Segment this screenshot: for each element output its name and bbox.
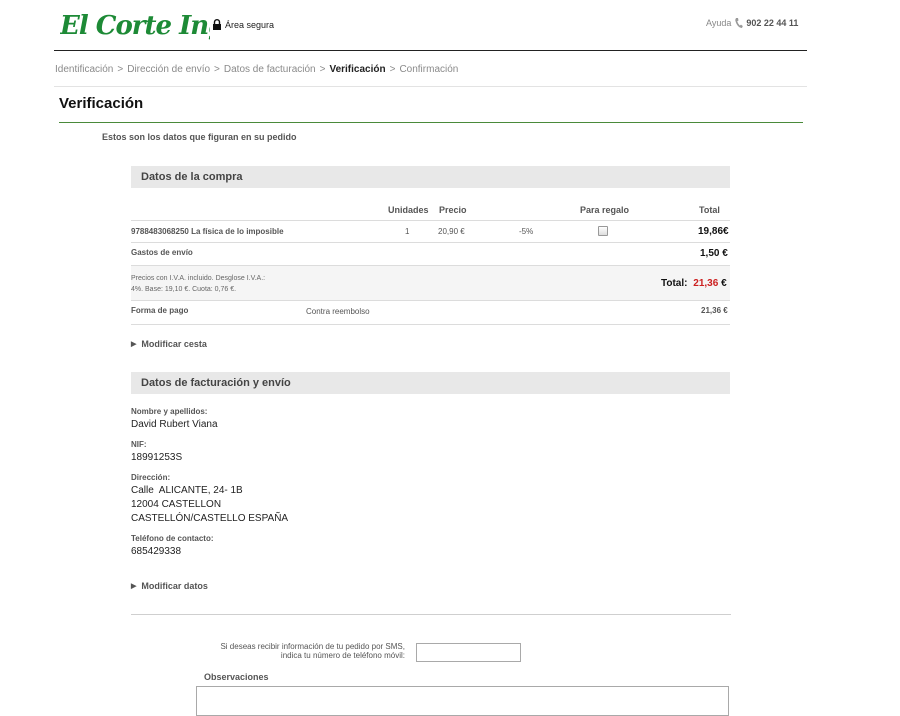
phone-label: Teléfono de contacto: [131,534,214,543]
help-contact[interactable]: Ayuda 902 22 44 11 [706,17,798,29]
purchase-section-title: Datos de la compra [141,171,243,183]
intro-text: Estos son los datos que figuran en su pe… [102,132,297,142]
item-total: 19,86€ [698,226,729,237]
table-divider [131,220,730,221]
shipping-label: Gastos de envío [131,248,193,257]
breadcrumb-separator: > [214,64,220,75]
address-line2: 12004 CASTELLON [131,499,222,510]
caret-right-icon: ▶ [131,341,137,348]
help-phone-number: 902 22 44 11 [746,18,799,28]
total-label: Total: [661,278,688,289]
address-line3: CASTELLÓN/CASTELLO ESPAÑA [131,513,289,524]
breadcrumb-separator: > [117,64,124,75]
address-value: Calle ALICANTE, 24- 1B 12004 CASTELLON C… [131,484,288,526]
help-link[interactable]: Ayuda [706,18,731,28]
el-corte-ingles-logo[interactable]: El Corte Inglés [60,6,210,44]
item-name: 9788483068250 La física de lo imposible [131,227,284,236]
column-header-gift: Para regalo [580,205,630,215]
nif-label: NIF: [131,440,147,449]
order-total: Total: 21,36 € [661,278,727,289]
breadcrumb-step-verificacion: Verificación [329,64,386,75]
name-label: Nombre y apellidos: [131,407,208,416]
nif-value: 18991253S [131,452,183,463]
lock-icon [213,19,221,30]
sms-label-line2: indica tu número de teléfono móvil: [280,651,405,660]
breadcrumb-step-confirmacion: Confirmación [399,64,459,75]
table-divider [131,242,730,243]
page-title: Verificación [59,95,144,112]
item-price: 20,90 € [438,227,465,236]
column-header-total: Total [699,205,720,215]
table-divider [131,300,730,301]
sms-label-line1: Si deseas recibir información de tu pedi… [220,642,405,651]
breadcrumb: Identificación > Dirección de envío > Datos … [55,64,458,75]
observations-textarea[interactable] [196,686,729,716]
column-header-price: Precio [439,205,467,215]
item-discount: -5% [519,227,534,236]
modify-data-link[interactable]: ▶ Modificar datos [131,581,208,591]
payment-method: Contra reembolso [306,307,370,316]
breadcrumb-divider [54,86,807,87]
shipping-value: 1,50 € [700,248,728,259]
sms-label: Si deseas recibir información de tu pedi… [180,642,405,660]
payment-label: Forma de pago [131,306,189,315]
sms-phone-input[interactable] [416,643,521,662]
tax-note-line1: Precios con I.V.A. incluido. Desglose I.… [131,275,266,282]
section-divider [131,614,731,615]
breadcrumb-step-datos-facturacion: Datos de facturación [223,64,316,75]
total-amount: 21,36 [693,278,719,289]
tax-note-line2: 4%. Base: 19,10 €. Cuota: 0,76 €. [131,286,237,293]
item-units: 1 [405,227,410,236]
svg-text:El Corte Inglés: El Corte Inglés [60,11,210,41]
modify-cart-link[interactable]: ▶ Modificar cesta [131,339,207,349]
breadcrumb-step-identificacion: Identificación [55,64,114,75]
gift-checkbox[interactable] [598,226,608,236]
modify-cart-label[interactable]: Modificar cesta [141,339,207,349]
address-label: Dirección: [131,473,171,482]
payment-amount: 21,36 € [701,306,728,315]
caret-right-icon: ▶ [131,583,137,590]
phone-icon [735,18,744,28]
tax-note: Precios con I.V.A. incluido. Desglose I.… [131,273,265,295]
column-header-units: Unidades [388,205,429,215]
breadcrumb-separator: > [319,64,326,75]
breadcrumb-step-direccion-envio: Dirección de envío [127,64,211,75]
name-value: David Rubert Viana [131,419,218,430]
secure-area-label: Área segura [225,19,275,30]
modify-data-label[interactable]: Modificar datos [141,581,208,591]
breadcrumb-separator: > [389,64,396,75]
purchase-section-header: Datos de la compra [131,166,730,188]
observations-label: Observaciones [204,672,269,682]
title-underline [59,122,803,123]
table-divider [131,324,730,325]
billing-section-title: Datos de facturación y envío [141,377,291,389]
total-currency: € [721,278,727,289]
secure-area: Área segura [212,19,274,30]
address-line1: Calle ALICANTE, 24- 1B [131,485,243,496]
header-divider [54,50,807,51]
phone-value: 685429338 [131,546,182,557]
billing-section-header: Datos de facturación y envío [131,372,730,394]
